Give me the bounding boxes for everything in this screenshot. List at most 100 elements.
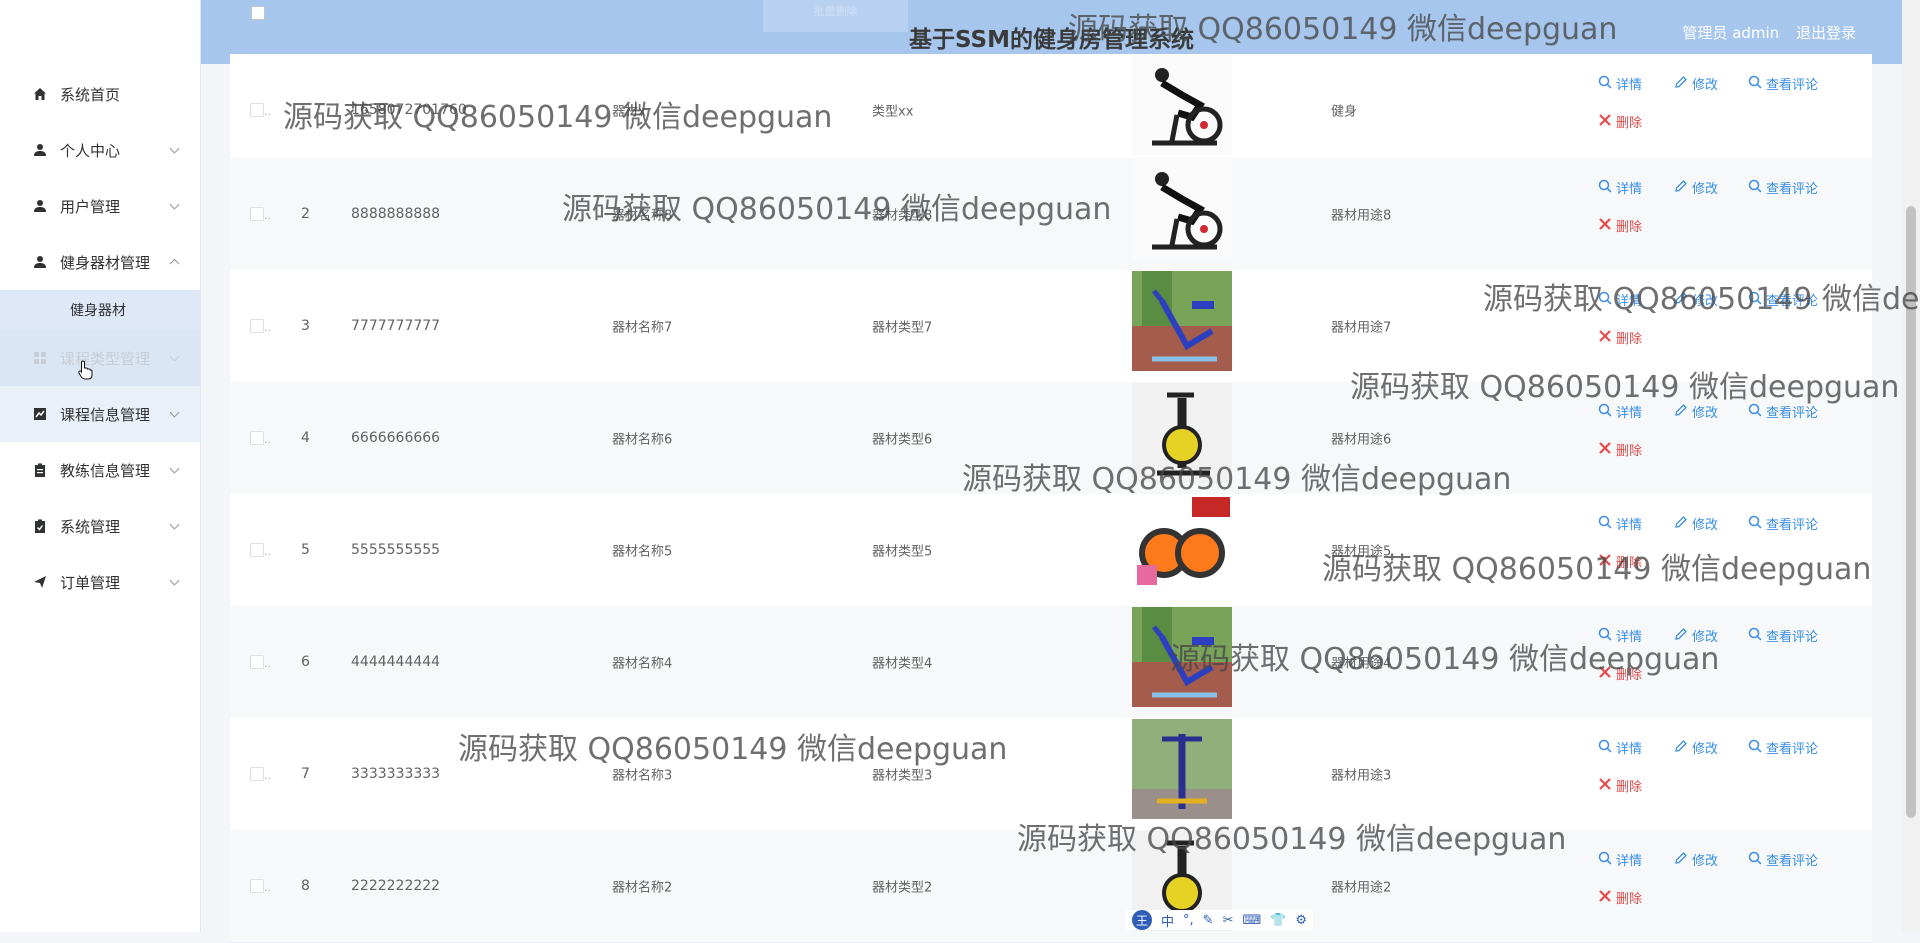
vertical-scrollbar[interactable] [1902,0,1920,932]
delete-button[interactable]: 删除 [1598,328,1642,347]
detail-button[interactable]: 详情 [1598,738,1642,757]
equipment-use: 器材用途7 [1331,320,1392,336]
sidebar-item-users[interactable]: 用户管理 [0,178,200,234]
detail-label: 详情 [1616,854,1643,869]
edit-button[interactable]: 修改 [1674,178,1718,197]
equipment-image [1132,55,1232,155]
detail-button[interactable]: 详情 [1598,514,1642,533]
row-actions: 详情 修改 查看评论删除 [1598,158,1858,270]
equipment-name: 器材名称3 [612,768,673,784]
delete-button[interactable]: 删除 [1598,216,1642,235]
row-checkbox[interactable] [250,431,264,445]
delete-button[interactable]: 删除 [1598,664,1642,683]
edit-label: 修改 [1692,630,1719,645]
sidebar-item-coach-info-management[interactable]: 教练信息管理 [0,442,200,498]
row-checkbox[interactable] [250,879,264,893]
delete-button[interactable]: 删除 [1598,112,1642,131]
delete-label: 删除 [1616,780,1643,795]
equipment-image [1132,719,1232,819]
logout-link[interactable]: 退出登录 [1796,24,1856,42]
edit-button[interactable]: 修改 [1674,290,1718,309]
ime-logo-icon[interactable]: 王 [1132,910,1152,930]
edit-button[interactable]: 修改 [1674,514,1718,533]
row-checkbox[interactable] [250,319,264,333]
row-checkbox[interactable] [250,543,264,557]
grid-icon [32,350,48,366]
sidebar-item-system-management[interactable]: 系统管理 [0,498,200,554]
view-comments-button[interactable]: 查看评论 [1748,178,1818,197]
row-checkbox[interactable] [250,103,264,117]
edit-button[interactable]: 修改 [1674,74,1718,93]
equipment-image [1132,607,1232,707]
delete-button[interactable]: 删除 [1598,888,1642,907]
view-comments-button[interactable]: 查看评论 [1748,290,1818,309]
sidebar-item-equipment-management[interactable]: 健身器材管理 [0,234,200,290]
sidebar-subitem-equipment[interactable]: 健身器材 [0,290,200,330]
sidebar-item-order-management[interactable]: 订单管理 [0,554,200,610]
table-row: .. 2 8888888888 器材名称8 器材类型8 器材用途8 详情 修改 查看评论 删除 [230,158,1872,271]
edit-label: 修改 [1692,742,1719,757]
current-user: 管理员 admin [1682,24,1780,42]
equipment-type: 器材类型2 [872,880,933,896]
equipment-use: 健身 [1331,104,1358,120]
gear-icon[interactable]: ⚙ [1295,913,1307,928]
row-checkbox[interactable] [250,207,264,221]
view-comments-button[interactable]: 查看评论 [1748,74,1818,93]
sidebar-item-label: 系统管理 [60,517,121,536]
row-actions: 详情 修改 查看评论删除 [1598,830,1858,942]
search-icon [1748,627,1766,645]
detail-button[interactable]: 详情 [1598,402,1642,421]
sidebar-item-personal-center[interactable]: 个人中心 [0,122,200,178]
equipment-use: 器材用途5 [1331,544,1392,560]
detail-button[interactable]: 详情 [1598,74,1642,93]
row-checkbox[interactable] [250,655,264,669]
equipment-type: 器材类型6 [872,432,933,448]
scrollbar-thumb[interactable] [1906,206,1916,818]
edit-button[interactable]: 修改 [1674,738,1718,757]
equipment-type: 器材类型5 [872,544,933,560]
sidebar-item-course-info-management[interactable]: 课程信息管理 [0,386,200,442]
ime-mode[interactable]: 中 [1161,911,1174,930]
edit-label: 修改 [1692,406,1719,421]
search-icon [1748,739,1766,757]
row-index: 7 [301,766,310,782]
sidebar-item-home[interactable]: 系统首页 [0,66,200,122]
edit-button[interactable]: 修改 [1674,402,1718,421]
view-comments-button[interactable]: 查看评论 [1748,514,1818,533]
equipment-name: 器材名称5 [612,544,673,560]
view-comments-button[interactable]: 查看评论 [1748,402,1818,421]
row-index: 2 [301,206,310,222]
edit-button[interactable]: 修改 [1674,850,1718,869]
detail-button[interactable]: 详情 [1598,626,1642,645]
sidebar-item-course-type-management[interactable]: 课程类型管理 [0,330,200,386]
sidebar-item-label: 健身器材 [70,303,126,319]
row-checkbox[interactable] [250,767,264,781]
keyboard-icon[interactable]: ⌨ [1242,913,1261,928]
sidebar-item-label: 用户管理 [60,197,121,216]
view-comments-button[interactable]: 查看评论 [1748,738,1818,757]
close-icon [1598,113,1616,131]
close-icon [1598,329,1616,347]
select-all-checkbox[interactable] [251,6,265,20]
checkbox-ellipsis: .. [264,656,271,670]
scissors-icon[interactable]: ✂ [1223,913,1234,928]
home-icon [32,86,48,102]
delete-button[interactable]: 删除 [1598,776,1642,795]
detail-button[interactable]: 详情 [1598,178,1642,197]
comments-label: 查看评论 [1766,406,1819,421]
detail-button[interactable]: 详情 [1598,850,1642,869]
punctuation-icon[interactable]: °, [1183,913,1194,928]
view-comments-button[interactable]: 查看评论 [1748,626,1818,645]
shirt-icon[interactable]: 👕 [1270,913,1286,928]
search-icon [1748,515,1766,533]
edit-icon [1674,515,1692,533]
pen-icon[interactable]: ✎ [1203,913,1214,928]
equipment-number: 6666666666 [351,430,441,446]
view-comments-button[interactable]: 查看评论 [1748,850,1818,869]
edit-button[interactable]: 修改 [1674,626,1718,645]
detail-button[interactable]: 详情 [1598,290,1642,309]
sidebar-item-label: 课程信息管理 [60,405,151,424]
delete-button[interactable]: 删除 [1598,552,1642,571]
delete-button[interactable]: 删除 [1598,440,1642,459]
equipment-name: 器材名称6 [612,432,673,448]
